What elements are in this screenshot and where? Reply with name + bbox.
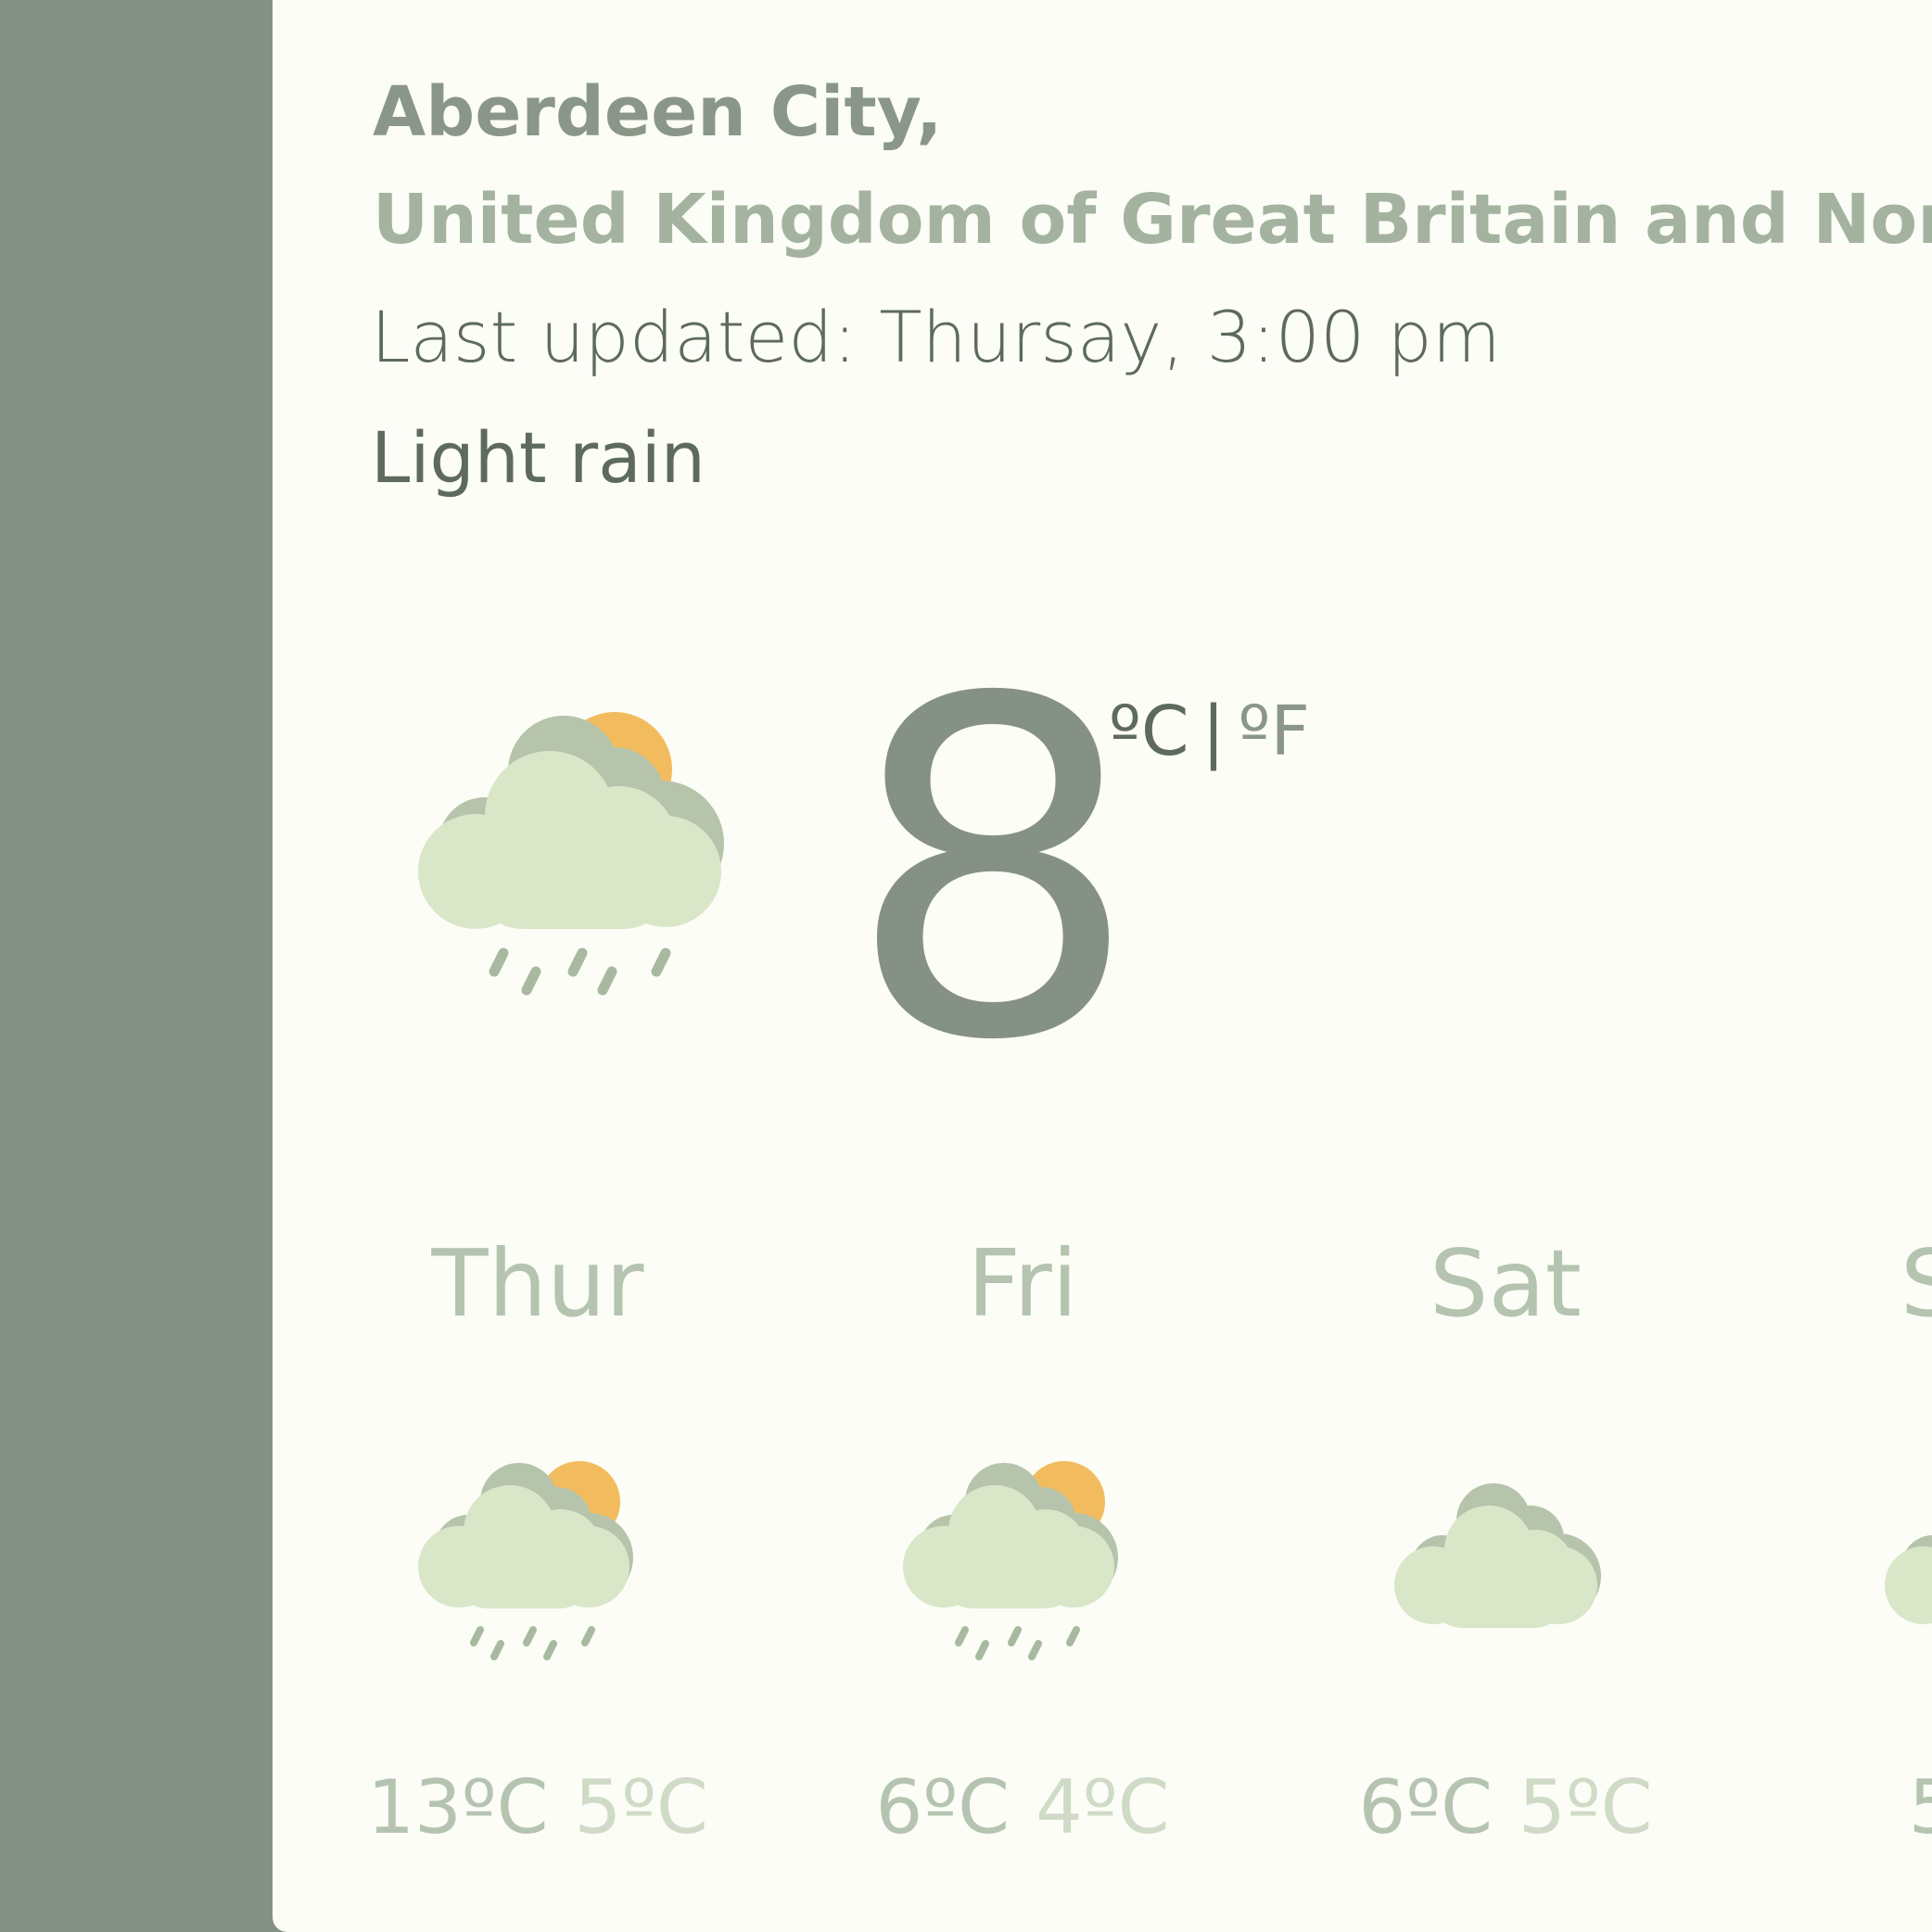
last-updated-text: Last updated: Thursay, 3:00 pm [371,296,1501,378]
forecast-day-name: Fri [967,1229,1078,1338]
forecast-temps: 6ºC 5ºC [1292,1761,1719,1854]
max-temp: 5ºC [1909,1764,1932,1850]
cloud-sun-rain-icon [418,712,724,996]
cloud-sun-rain-icon [418,1461,633,1660]
city-name: Aberdeen City, [373,72,943,152]
max-temp: 13ºC [367,1764,549,1850]
cloud-sun-rain-icon [903,1461,1118,1660]
min-temp: 5ºC [1519,1764,1653,1850]
weather-condition: Light rain [371,416,705,499]
unit-separator: | [1201,692,1226,771]
forecast-day-thur: Thur 13ºC 5ºC [324,1224,751,1873]
sidebar [0,0,273,1932]
cloud-icon [1394,1483,1601,1628]
country-name: United Kingdom of Great Britain and Nort… [373,180,1932,260]
forecast-day-sun: Sun 5ºC [1775,1224,1932,1873]
forecast-day-sat: Sat 6ºC 5ºC [1292,1224,1719,1873]
forecast-day-fri: Fri 6ºC 4ºC [809,1224,1236,1873]
forecast-day-name: Sat [1430,1229,1582,1338]
current-temperature: 8 [845,602,1141,1141]
max-temp: 6ºC [875,1764,1010,1850]
max-temp: 6ºC [1358,1764,1493,1850]
unit-toggle: ºC | ºF [1109,690,1310,773]
forecast-day-name: Thur [431,1229,644,1338]
forecast-day-name: Sun [1900,1229,1932,1338]
cloud-icon [1885,1535,1932,1624]
forecast-temps: 5ºC [1775,1761,1932,1854]
celsius-link[interactable]: ºC [1109,692,1189,771]
forecast-temps: 13ºC 5ºC [324,1761,751,1854]
fahrenheit-link[interactable]: ºF [1238,692,1309,771]
min-temp: 5ºC [574,1764,708,1850]
min-temp: 4ºC [1036,1764,1170,1850]
forecast-temps: 6ºC 4ºC [809,1761,1236,1854]
weather-app: Aberdeen City, United Kingdom of Great B… [0,0,1932,1932]
